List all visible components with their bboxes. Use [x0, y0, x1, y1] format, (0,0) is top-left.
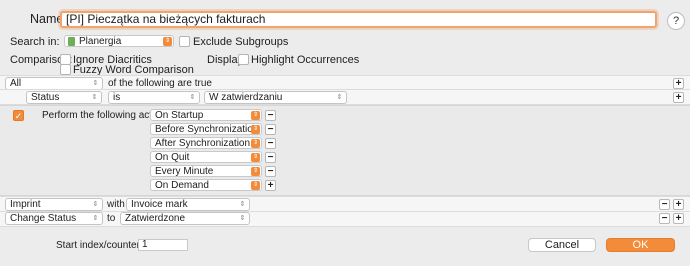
- trigger-value: Before Synchronization: [155, 124, 259, 135]
- trigger-popup[interactable]: Before Synchronization ⇕: [150, 123, 262, 135]
- imprint-value-popup[interactable]: Invoice mark ⇕: [126, 198, 250, 211]
- ok-button[interactable]: OK: [606, 238, 675, 252]
- highlight-occurrences-label: Highlight Occurrences: [251, 54, 360, 66]
- name-field[interactable]: [PI] Pieczątka na bieżących fakturach: [60, 11, 657, 28]
- remove-trigger-button[interactable]: −: [265, 110, 276, 121]
- to-label: to: [107, 213, 116, 224]
- trigger-value: On Demand: [155, 180, 209, 191]
- trigger-value: After Synchronization: [155, 138, 251, 149]
- criterion-value-popup[interactable]: W zatwierdzaniu ⇕: [204, 91, 347, 104]
- action-type-value: Imprint: [10, 199, 41, 210]
- remove-trigger-button[interactable]: −: [265, 166, 276, 177]
- chevron-updown-icon: ⇕: [91, 94, 98, 101]
- status-value-popup[interactable]: Zatwierdzone ⇕: [120, 212, 250, 225]
- cancel-button[interactable]: Cancel: [528, 238, 596, 252]
- trigger-popup[interactable]: On Quit ⇕: [150, 151, 262, 163]
- add-trigger-button[interactable]: +: [265, 180, 276, 191]
- database-icon: [68, 37, 75, 46]
- add-criterion-button[interactable]: +: [673, 78, 684, 89]
- action-row-imprint: [0, 196, 690, 212]
- chevron-updown-icon: ⇕: [239, 201, 246, 208]
- chevron-updown-icon: ⇕: [163, 37, 172, 46]
- search-in-value: Planergia: [79, 36, 122, 47]
- search-in-label: Search in:: [10, 36, 60, 48]
- search-in-popup[interactable]: Planergia ⇕: [64, 35, 174, 47]
- trigger-popup[interactable]: After Synchronization ⇕: [150, 137, 262, 149]
- help-button[interactable]: ?: [667, 12, 685, 30]
- criterion-operator-value: is: [113, 92, 121, 103]
- criterion-value: W zatwierdzaniu: [209, 92, 283, 103]
- action-row-status: [0, 211, 690, 227]
- criterion-field-popup[interactable]: Status ⇕: [26, 91, 102, 104]
- action-type-value: Change Status: [10, 213, 77, 224]
- with-label: with: [107, 199, 125, 210]
- chevron-updown-icon: ⇕: [239, 215, 246, 222]
- add-action-button[interactable]: +: [673, 213, 684, 224]
- remove-action-button[interactable]: −: [659, 213, 670, 224]
- remove-trigger-button[interactable]: −: [265, 138, 276, 149]
- chevron-updown-icon: ⇕: [251, 181, 260, 190]
- fuzzy-comparison-checkbox[interactable]: [60, 64, 71, 75]
- trigger-value: Every Minute: [155, 166, 214, 177]
- criterion-operator-popup[interactable]: is ⇕: [108, 91, 200, 104]
- chevron-updown-icon: ⇕: [251, 167, 260, 176]
- remove-trigger-button[interactable]: −: [265, 124, 276, 135]
- criterion-field-value: Status: [31, 92, 60, 103]
- highlight-occurrences-checkbox[interactable]: [238, 54, 249, 65]
- remove-action-button[interactable]: −: [659, 199, 670, 210]
- trigger-popup[interactable]: On Demand ⇕: [150, 179, 262, 191]
- imprint-value: Invoice mark: [131, 199, 188, 210]
- chevron-updown-icon: ⇕: [92, 201, 99, 208]
- status-value: Zatwierdzone: [125, 213, 186, 224]
- chevron-updown-icon: ⇕: [92, 215, 99, 222]
- trigger-value: On Startup: [155, 110, 204, 121]
- trigger-popup[interactable]: On Startup ⇕: [150, 109, 262, 121]
- chevron-updown-icon: ⇕: [251, 139, 260, 148]
- chevron-updown-icon: ⇕: [189, 94, 196, 101]
- add-rule-button[interactable]: +: [673, 92, 684, 103]
- match-value: All: [10, 78, 22, 89]
- counter-input[interactable]: 1: [138, 239, 188, 251]
- exclude-subgroups-label: Exclude Subgroups: [193, 36, 289, 48]
- trigger-value: On Quit: [155, 152, 190, 163]
- chevron-updown-icon: ⇕: [251, 125, 260, 134]
- chevron-updown-icon: ⇕: [336, 94, 343, 101]
- match-suffix: of the following are true: [108, 78, 212, 89]
- action-type-popup[interactable]: Imprint ⇕: [5, 198, 103, 211]
- remove-trigger-button[interactable]: −: [265, 152, 276, 163]
- action-type-popup[interactable]: Change Status ⇕: [5, 212, 103, 225]
- chevron-updown-icon: ⇕: [251, 111, 260, 120]
- chevron-updown-icon: ⇕: [92, 80, 99, 87]
- perform-actions-checkbox[interactable]: ✓: [13, 110, 24, 121]
- trigger-popup[interactable]: Every Minute ⇕: [150, 165, 262, 177]
- add-action-button[interactable]: +: [673, 199, 684, 210]
- exclude-subgroups-checkbox[interactable]: [179, 36, 190, 47]
- chevron-updown-icon: ⇕: [251, 153, 260, 162]
